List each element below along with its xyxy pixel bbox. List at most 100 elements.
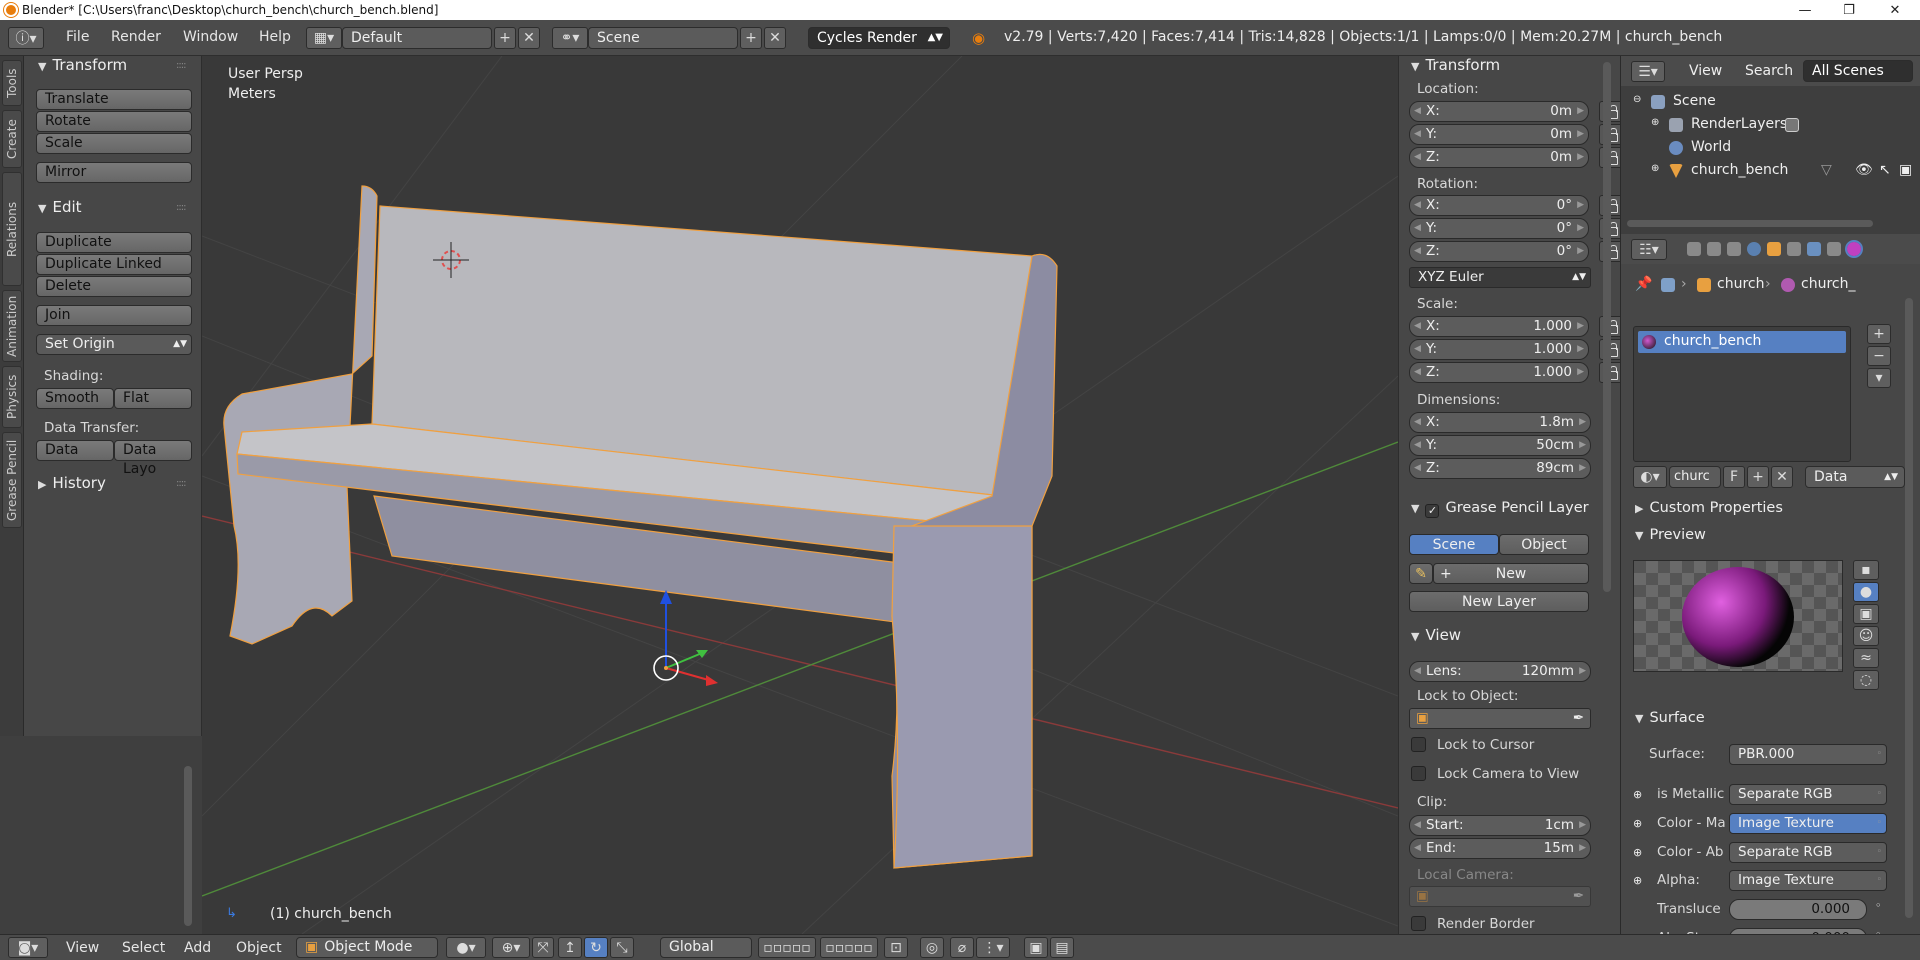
properties-editor-icon[interactable]: ☷▾ [1631,239,1667,260]
tab-create[interactable]: Create [2,110,22,168]
mirror-button[interactable]: Mirror [36,162,192,183]
location-z-field[interactable]: ◀ Z: 0m ▶ [1409,147,1589,168]
outliner-editor-icon[interactable]: ☰▾ [1631,61,1665,82]
edit-panel-header[interactable]: ▼ Edit [38,198,82,216]
transform-orientation-dropdown[interactable]: Global [660,937,752,958]
menu-add[interactable]: Add [184,940,211,956]
scene-selector[interactable]: Scene [588,27,738,49]
translate-button[interactable]: Translate [36,89,192,110]
render-tab-icon[interactable] [1687,242,1701,256]
preview-sphere-icon[interactable]: ● [1853,582,1879,602]
custom-properties-header[interactable]: ▶ Custom Properties [1635,500,1783,516]
properties-scrollbar[interactable] [1905,298,1913,918]
input-translucency-slider[interactable]: 0.000 [1729,899,1867,920]
constraints-tab-icon[interactable] [1787,242,1801,256]
opengl-render-anim-icon[interactable]: ▤ [1050,937,1074,958]
panel-grip-icon[interactable]: :::: [176,60,187,71]
location-y-field[interactable]: ◀ Y: 0m ▶ [1409,124,1589,145]
manipulator-toggle-icon[interactable]: ⤧ [532,937,554,958]
input-metallic-link[interactable]: Separate RGB ◦ [1729,784,1887,805]
expand-toggle-icon[interactable]: ⊕ [1651,163,1659,174]
clip-end-field[interactable]: ◀ End: 15m ▶ [1409,838,1591,859]
mode-dropdown[interactable]: ▣ Object Mode [296,937,438,958]
remove-scene-button[interactable]: ✕ [764,27,786,49]
shelf-scrollbar[interactable] [184,766,192,926]
menu-help[interactable]: Help [259,29,291,45]
outliner-hscrollbar[interactable] [1627,220,1873,227]
outliner-filter-dropdown[interactable]: All Scenes [1803,60,1913,82]
layers-block-1[interactable]: ▫▫▫▫▫ [758,937,816,958]
minimize-button[interactable]: — [1782,0,1828,20]
mesh-data-icon[interactable]: ▽ [1821,162,1832,178]
render-layer-toggle-icon[interactable] [1785,118,1799,132]
maximize-button[interactable]: ❐ [1826,0,1872,20]
menu-object[interactable]: Object [236,940,282,956]
location-x-field[interactable]: ◀ X: 0m ▶ [1409,101,1589,122]
rotation-x-field[interactable]: ◀ X: 0° ▶ [1409,195,1589,216]
transform-panel-header[interactable]: ▼ Transform [38,56,127,74]
grease-pencil-checkbox[interactable]: ✓ [1425,504,1440,518]
close-button[interactable]: ✕ [1872,0,1918,20]
history-panel-header[interactable]: ▶ History [38,474,106,492]
render-layers-tab-icon[interactable] [1707,242,1721,256]
tab-physics[interactable]: Physics [2,366,22,428]
breadcrumb-object[interactable]: church [1717,276,1764,292]
scale-y-field[interactable]: ◀ Y: 1.000 ▶ [1409,339,1589,360]
scale-manipulator-icon[interactable]: ⤡ [610,937,634,958]
preview-sky-icon[interactable]: ◌ [1853,670,1879,690]
rotation-mode-dropdown[interactable]: XYZ Euler ▲▼ [1409,267,1591,288]
scale-x-field[interactable]: ◀ X: 1.000 ▶ [1409,316,1589,337]
preview-flat-icon[interactable]: ▪ [1853,560,1879,580]
input-color-ma-link[interactable]: Image Texture ◦ [1729,813,1887,834]
transform-manipulator-icon[interactable] [653,590,718,686]
data-tab-icon[interactable] [1827,242,1841,256]
grease-source-scene[interactable]: Scene [1409,534,1499,555]
data-layout-button[interactable]: Data Layo [114,440,192,477]
dimension-z-field[interactable]: ◀ Z: 89cm ▶ [1409,458,1591,479]
shade-smooth-button[interactable]: Smooth [36,388,114,409]
3d-viewport[interactable]: User Persp Meters ↳ (1) church_bench [202,56,1398,934]
clip-start-field[interactable]: ◀ Start: 1cm ▶ [1409,815,1591,836]
grease-pencil-layer-header[interactable]: ▼ ✓ Grease Pencil Layer [1411,500,1606,518]
fake-user-button[interactable]: F [1723,466,1745,488]
lock-layers-icon[interactable]: ⊡ [884,937,908,958]
pivot-point-icon[interactable]: ⊕▾ [492,937,530,958]
outliner-item-scene[interactable]: Scene [1673,93,1716,109]
join-button[interactable]: Join [36,305,192,326]
rotation-z-field[interactable]: ◀ Z: 0° ▶ [1409,241,1589,262]
material-slot-list[interactable]: church_bench [1633,326,1851,462]
selectable-cursor-icon[interactable]: ↖ [1879,162,1891,178]
layout-selector[interactable]: Default [342,27,492,49]
object-tab-icon[interactable] [1767,242,1781,256]
new-material-button[interactable]: + [1747,466,1769,488]
menu-window[interactable]: Window [183,29,238,45]
menu-select[interactable]: Select [122,940,165,956]
input-expand-icon[interactable]: ⊕ [1633,846,1642,859]
render-engine-dropdown[interactable]: Cycles Render ▲▼ [808,27,950,49]
outliner-item-world[interactable]: World [1691,139,1731,155]
material-name-field[interactable]: churc [1669,466,1721,488]
world-tab-icon[interactable] [1747,242,1761,256]
opengl-render-icon[interactable]: ▣ [1024,937,1048,958]
view-panel-header[interactable]: ▼ View [1411,626,1461,644]
grease-source-object[interactable]: Object [1499,534,1589,555]
preview-header[interactable]: ▼ Preview [1635,527,1706,543]
delete-button[interactable]: Delete [36,276,192,297]
expand-toggle-icon[interactable]: ⊕ [1651,117,1659,128]
input-expand-icon[interactable]: ⊕ [1633,788,1642,801]
lock-to-cursor-checkbox[interactable] [1411,737,1426,752]
n-panel-scrollbar[interactable] [1603,62,1611,592]
outliner-item-church-bench[interactable]: church_bench [1691,162,1788,178]
lock-object-field[interactable]: ▣ ✒ [1409,708,1591,729]
input-expand-icon[interactable]: ⊕ [1633,874,1642,887]
outliner-search-menu[interactable]: Search [1745,63,1793,79]
new-layer-button[interactable]: New Layer [1409,591,1589,612]
scale-button[interactable]: Scale [36,133,192,154]
preview-monkey-icon[interactable]: ☺ [1853,626,1879,646]
material-browse-icon[interactable]: ◐▾ [1633,466,1667,488]
proportional-edit-icon[interactable]: ◎ [920,937,944,958]
menu-render[interactable]: Render [111,29,161,45]
material-slot-selected[interactable]: church_bench [1638,331,1846,353]
scale-z-field[interactable]: ◀ Z: 1.000 ▶ [1409,362,1589,383]
pencil-icon[interactable]: ✎ [1409,563,1433,584]
